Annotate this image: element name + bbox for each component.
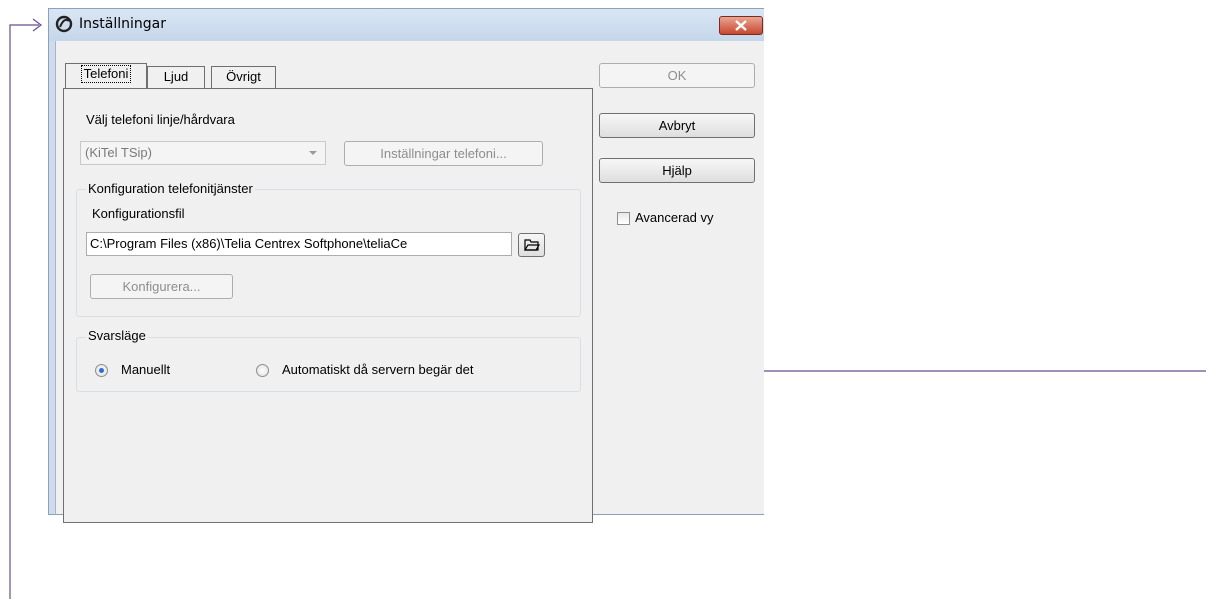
tab-label: Övrigt — [226, 69, 261, 84]
config-group-title: Konfiguration telefonitjänster — [86, 181, 255, 196]
config-file-field[interactable]: C:\Program Files (x86)\Telia Centrex Sof… — [86, 232, 512, 256]
telephony-settings-button[interactable]: Inställningar telefoni... — [344, 141, 543, 166]
tab-ljud[interactable]: Ljud — [147, 66, 205, 88]
configure-button[interactable]: Konfigurera... — [90, 274, 233, 299]
help-button-label: Hjälp — [662, 163, 692, 178]
line-select-value: (KiTel TSip) — [85, 145, 152, 160]
advanced-view-checkbox[interactable] — [617, 212, 630, 225]
radio-manual[interactable] — [95, 364, 108, 377]
tab-telefoni[interactable]: Telefoni — [65, 63, 147, 88]
annotation-bracket-line — [9, 24, 39, 599]
folder-open-icon — [523, 239, 540, 251]
line-select[interactable]: (KiTel TSip) — [80, 141, 326, 165]
close-icon — [735, 20, 747, 31]
radio-automatic[interactable] — [256, 364, 269, 377]
answer-mode-title: Svarsläge — [86, 328, 148, 343]
cancel-button-label: Avbryt — [658, 118, 696, 133]
radio-automatic-label[interactable]: Automatiskt då servern begär det — [282, 362, 474, 377]
tab-label: Ljud — [163, 69, 189, 84]
ok-button[interactable]: OK — [599, 63, 755, 88]
browse-button[interactable] — [518, 233, 545, 257]
title-bar[interactable]: Inställningar — [49, 9, 764, 41]
close-button[interactable] — [719, 16, 763, 35]
tab-ovrigt[interactable]: Övrigt — [211, 66, 276, 88]
config-file-label: Konfigurationsfil — [92, 206, 185, 221]
configure-button-label: Konfigurera... — [122, 279, 201, 294]
line-select-label: Välj telefoni linje/hårdvara — [86, 112, 235, 127]
advanced-view-label[interactable]: Avancerad vy — [635, 210, 714, 225]
radio-manual-label[interactable]: Manuellt — [121, 362, 170, 377]
ok-button-label: OK — [667, 68, 687, 83]
chevron-down-icon — [309, 151, 317, 155]
tab-label: Telefoni — [80, 65, 132, 83]
window-title: Inställningar — [79, 16, 167, 32]
app-logo-icon — [55, 15, 73, 33]
telephony-settings-label: Inställningar telefoni... — [380, 146, 507, 161]
help-button[interactable]: Hjälp — [599, 158, 755, 183]
cancel-button[interactable]: Avbryt — [599, 113, 755, 138]
